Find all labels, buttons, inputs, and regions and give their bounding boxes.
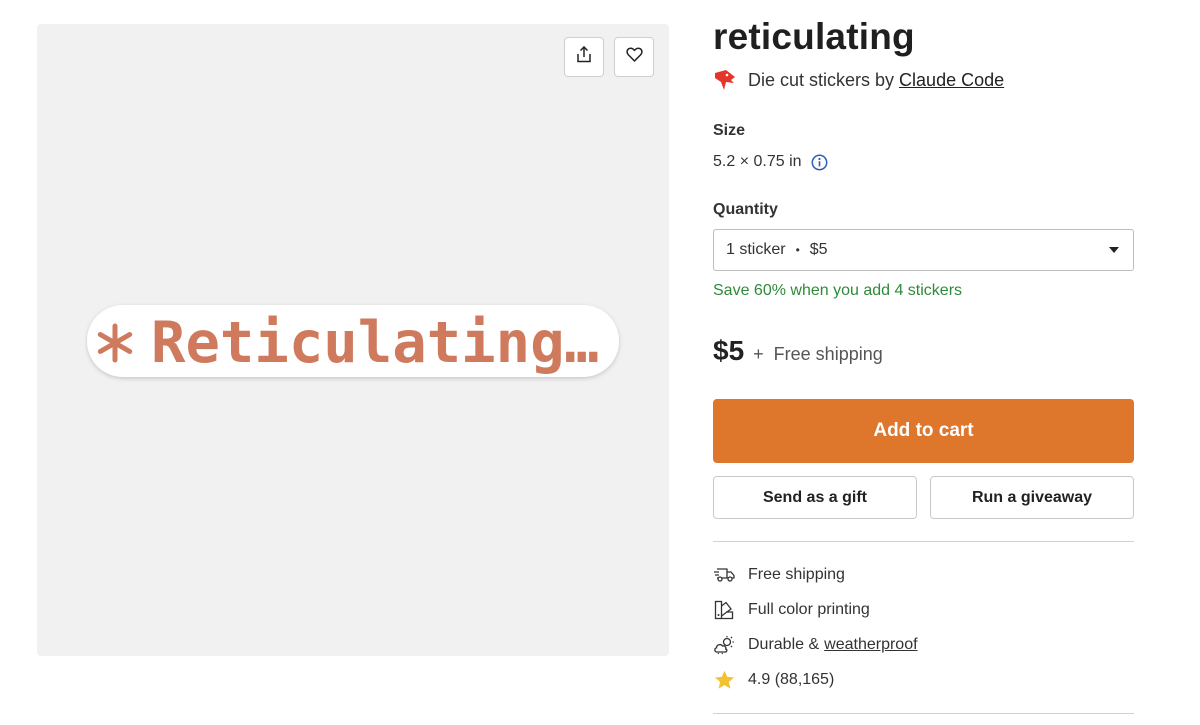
product-page: Reticulating… reticulating Die cut stick… bbox=[0, 0, 1200, 725]
shipping-text: Free shipping bbox=[773, 344, 883, 364]
red-bird-logo-icon bbox=[715, 70, 735, 90]
product-image-panel: Reticulating… bbox=[37, 24, 669, 656]
quantity-count: 1 sticker bbox=[726, 241, 786, 258]
feature-text: Full color printing bbox=[748, 601, 870, 618]
quantity-select[interactable]: 1 sticker • $5 bbox=[713, 229, 1134, 271]
add-to-cart-button[interactable]: Add to cart bbox=[713, 399, 1134, 463]
info-icon[interactable] bbox=[811, 154, 828, 171]
product-title: reticulating bbox=[713, 16, 915, 57]
rating-text[interactable]: 4.9 (88,165) bbox=[748, 671, 834, 689]
chevron-down-icon bbox=[1109, 247, 1119, 253]
weatherproof-link[interactable]: weatherproof bbox=[824, 636, 917, 654]
price: $5 bbox=[713, 335, 745, 366]
share-icon bbox=[576, 45, 592, 68]
price-plus: + bbox=[753, 344, 764, 364]
feature-text: Free shipping bbox=[748, 566, 845, 583]
feature-free-shipping: Free shipping bbox=[713, 564, 845, 586]
quantity-separator: • bbox=[795, 243, 800, 257]
truck-icon bbox=[713, 564, 735, 586]
price-row: $5 + Free shipping bbox=[713, 335, 883, 367]
sticker-text: Reticulating… bbox=[151, 310, 599, 376]
quantity-label: Quantity bbox=[713, 201, 778, 218]
size-value-row: 5.2 × 0.75 in bbox=[713, 153, 828, 171]
star-icon bbox=[713, 669, 735, 691]
sticker-image: Reticulating… bbox=[87, 305, 619, 377]
feature-weatherproof: Durable & weatherproof bbox=[713, 634, 918, 656]
artist-link[interactable]: Claude Code bbox=[899, 70, 1004, 91]
size-value: 5.2 × 0.75 in bbox=[713, 153, 802, 170]
feature-full-color: Full color printing bbox=[713, 599, 870, 621]
giveaway-button[interactable]: Run a giveaway bbox=[930, 476, 1134, 519]
send-gift-button[interactable]: Send as a gift bbox=[713, 476, 917, 519]
favorite-button[interactable] bbox=[614, 37, 654, 77]
byline: Die cut stickers by Claude Code bbox=[713, 68, 1004, 92]
feature-rating: 4.9 (88,165) bbox=[713, 669, 834, 691]
size-label: Size bbox=[713, 122, 746, 139]
divider bbox=[713, 713, 1134, 714]
byline-prefix: Die cut stickers by bbox=[748, 69, 895, 90]
divider bbox=[713, 541, 1134, 542]
heart-icon bbox=[625, 47, 643, 67]
weather-icon bbox=[713, 634, 735, 656]
quantity-price: $5 bbox=[809, 241, 828, 258]
color-swatch-icon bbox=[713, 599, 735, 621]
share-button[interactable] bbox=[564, 37, 604, 77]
feature-text: Durable & bbox=[748, 636, 820, 653]
promo-text: Save 60% when you add 4 stickers bbox=[713, 282, 963, 299]
